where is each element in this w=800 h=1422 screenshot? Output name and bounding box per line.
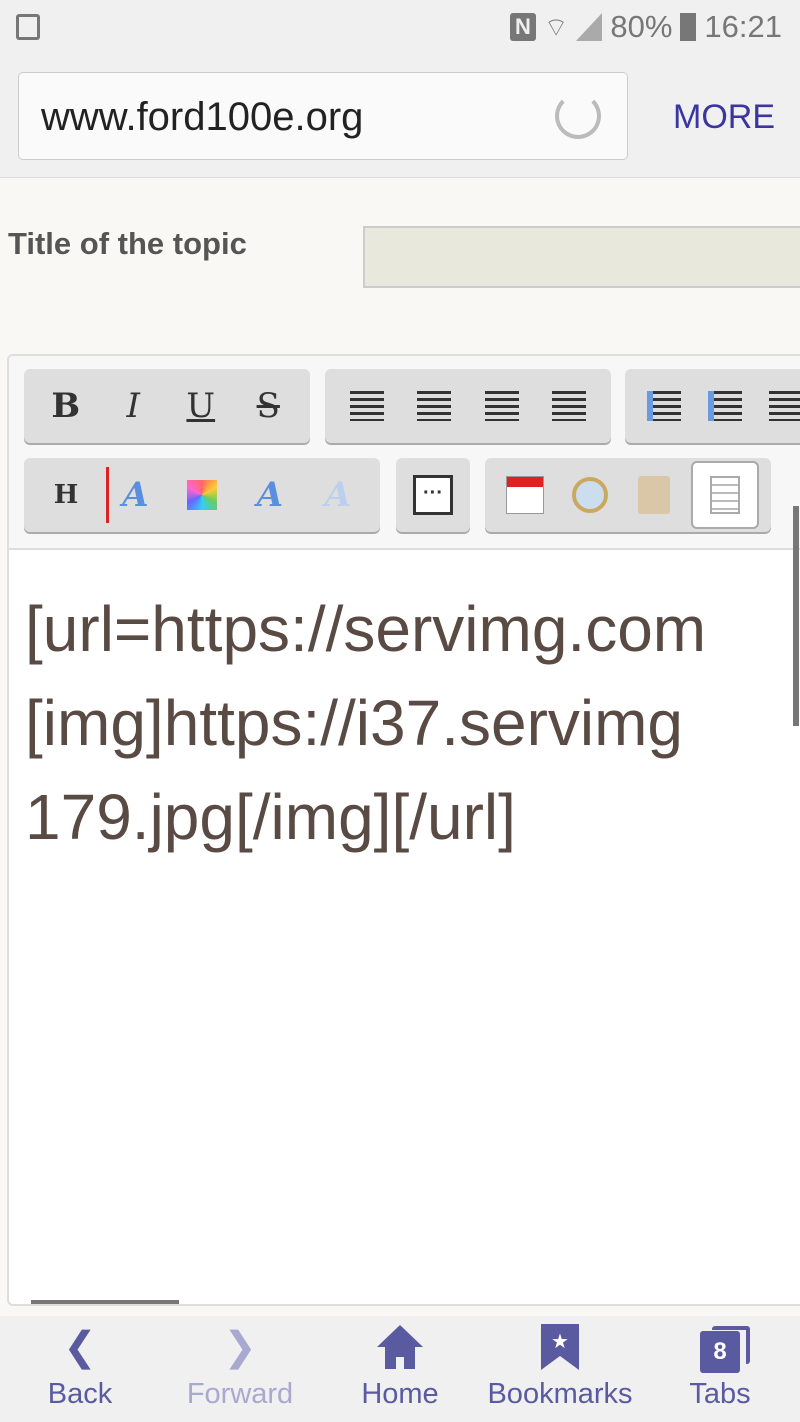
signal-icon	[576, 13, 603, 41]
home-icon	[377, 1316, 423, 1378]
battery-level: 80%	[610, 9, 673, 44]
font-size-button[interactable]: A	[106, 467, 162, 523]
forward-label: Forward	[186, 1378, 294, 1410]
title-label: Title of the topic	[8, 226, 247, 261]
calendar-add-icon[interactable]	[497, 467, 553, 523]
more-button-icon[interactable]: ···	[405, 467, 461, 523]
strikethrough-button[interactable]: S	[240, 378, 296, 434]
tabs-button[interactable]: 8 Tabs	[640, 1316, 800, 1422]
tabs-icon: 8	[700, 1316, 750, 1378]
home-label: Home	[361, 1378, 439, 1410]
bold-button[interactable]: B	[38, 378, 94, 434]
content-line: [url=https://servimg.com	[25, 593, 707, 665]
bookmarks-button[interactable]: ★ Bookmarks	[480, 1316, 640, 1422]
url-text[interactable]: www.ford100e.org	[41, 95, 363, 140]
italic-button[interactable]: I	[105, 378, 161, 434]
heading-button[interactable]: H	[38, 467, 94, 523]
content-line: [img]https://i37.servimg	[25, 687, 683, 759]
image-icon	[16, 14, 40, 40]
format-group: B I U S	[24, 369, 310, 443]
bookmark-star-icon: ★	[541, 1316, 579, 1378]
address-bar[interactable]: www.ford100e.org	[18, 72, 628, 160]
forward-button[interactable]: ❯ Forward	[160, 1316, 320, 1422]
reload-icon[interactable]	[555, 93, 601, 139]
more-group: ···	[396, 458, 470, 532]
nfc-icon: N	[509, 13, 536, 41]
align-left-button[interactable]	[339, 378, 395, 434]
more-button[interactable]: MORE	[673, 98, 775, 137]
numbered-list-button[interactable]	[697, 378, 753, 434]
wifi-icon: ⌔	[543, 11, 569, 42]
font-button[interactable]: A	[242, 467, 298, 523]
title-input[interactable]	[363, 226, 800, 288]
chevron-left-icon: ❮	[63, 1325, 97, 1369]
bookmarks-label: Bookmarks	[487, 1378, 633, 1410]
status-bar: N ⌔ 80% 16:21	[0, 0, 800, 56]
list-group	[625, 369, 800, 443]
bottom-navigation: ❮ Back ❯ Forward Home ★ Bookmarks 8 Tabs	[0, 1316, 800, 1422]
chevron-right-icon: ❯	[223, 1325, 257, 1369]
editor-toolbar: B I U S H A A A ···	[9, 356, 800, 726]
justify-button[interactable]	[541, 378, 597, 434]
tabs-label: Tabs	[689, 1378, 751, 1410]
style-group: H A A A	[24, 458, 380, 532]
color-button[interactable]	[174, 467, 230, 523]
home-button[interactable]: Home	[320, 1316, 480, 1422]
bullet-list-button[interactable]	[636, 378, 692, 434]
svg-text:★: ★	[551, 1331, 569, 1353]
content-line: 179.jpg[/img][/url]	[25, 781, 516, 853]
back-label: Back	[47, 1378, 113, 1410]
vertical-scrollbar[interactable]	[793, 506, 799, 726]
back-button[interactable]: ❮ Back	[0, 1316, 160, 1422]
insert-group	[485, 458, 771, 532]
more-list-button[interactable]	[758, 378, 800, 434]
horizontal-scrollbar[interactable]	[31, 1300, 179, 1304]
browser-toolbar: www.ford100e.org MORE	[0, 56, 800, 178]
battery-charging-icon	[680, 13, 697, 41]
paste-icon[interactable]	[626, 467, 682, 523]
clock-add-icon[interactable]	[562, 467, 618, 523]
clock: 16:21	[704, 9, 782, 44]
align-center-button[interactable]	[406, 378, 462, 434]
remove-format-button[interactable]: A	[310, 467, 366, 523]
align-group	[325, 369, 611, 443]
editor-content[interactable]: [url=https://servimg.com [img]https://i3…	[25, 582, 706, 864]
message-editor: B I U S H A A A ··· [url=https://servimg…	[7, 354, 800, 1306]
align-right-button[interactable]	[474, 378, 530, 434]
underline-button[interactable]: U	[173, 378, 229, 434]
source-mode-button[interactable]	[690, 461, 759, 529]
